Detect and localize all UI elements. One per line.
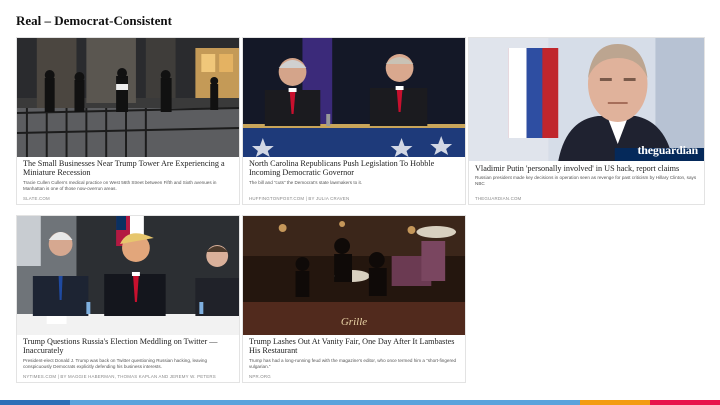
news-card-trump-russia-twitter[interactable]: Trump Questions Russia's Election Meddli… (16, 215, 240, 383)
card-photo-restaurant: Grille (243, 216, 465, 335)
card-photo-debate (243, 38, 465, 157)
card-snippet: The bill and “cuts” the Democrat’s state… (249, 180, 363, 185)
footer-segment-blue (0, 400, 70, 405)
card-headline[interactable]: North Carolina Republicans Push Legislat… (249, 159, 459, 178)
news-card-north-carolina[interactable]: North Carolina Republicans Push Legislat… (242, 37, 466, 205)
card-source: NYTIMES.COM | BY MAGGIE HABERMAN, THOMAS… (23, 374, 216, 379)
card-headline[interactable]: The Small Businesses Near Trump Tower Ar… (23, 159, 233, 178)
restaurant-sign-text: Grille (340, 316, 368, 328)
footer-color-bar (0, 400, 720, 405)
card-snippet: Russian president made key decisions in … (475, 175, 697, 186)
card-source: SLATE.COM (23, 196, 50, 201)
news-card-putin[interactable]: theguardian Vladimir Putin 'personally i… (468, 37, 705, 205)
card-snippet: Tracie Cullen Cullen’s medical practice … (23, 180, 217, 191)
news-card-vanity-fair[interactable]: Grille Trump Lashes Out At Vanity Fair, … (242, 215, 466, 383)
card-photo-tech-meeting (17, 216, 239, 335)
card-headline[interactable]: Trump Lashes Out At Vanity Fair, One Day… (249, 337, 459, 356)
guardian-logo: theguardian (637, 143, 699, 157)
footer-segment-red (650, 400, 720, 405)
card-snippet: President-elect Donald J. Trump was back… (23, 358, 208, 369)
card-source: HUFFINGTONPOST.COM | BY JULIA CRAVEN (249, 196, 350, 201)
footer-segment-light-blue (70, 400, 580, 405)
card-source: THEGUARDIAN.COM (475, 196, 522, 201)
card-source: NPR.ORG (249, 374, 271, 379)
card-headline[interactable]: Trump Questions Russia's Election Meddli… (23, 337, 233, 356)
card-snippet: Trump has had a long-running feud with t… (249, 358, 457, 369)
footer-segment-orange (580, 400, 650, 405)
card-headline[interactable]: Vladimir Putin 'personally involved' in … (475, 164, 698, 173)
slide-title: Real – Democrat-Consistent (16, 13, 172, 28)
news-card-small-businesses[interactable]: The Small Businesses Near Trump Tower Ar… (16, 37, 240, 205)
card-photo-trump-tower-street (17, 38, 239, 157)
card-photo-putin: theguardian (469, 38, 704, 161)
